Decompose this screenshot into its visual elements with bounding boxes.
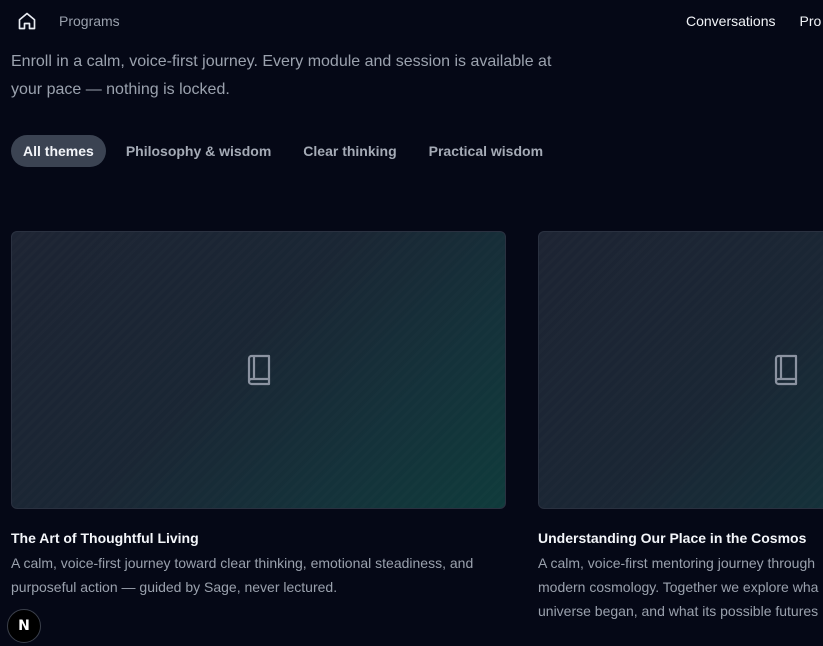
nav-links: Conversations Pro: [686, 12, 821, 30]
nav-profile-link[interactable]: Pro: [800, 12, 822, 30]
nav-conversations-link[interactable]: Conversations: [686, 12, 776, 30]
tab-practical-wisdom[interactable]: Practical wisdom: [417, 135, 555, 167]
program-card-thumbnail[interactable]: [11, 231, 506, 509]
program-description: A calm, voice-first mentoring journey th…: [538, 551, 823, 623]
book-icon: [247, 354, 270, 386]
home-button[interactable]: [16, 10, 38, 32]
top-navigation-bar: Programs Conversations Pro: [0, 0, 823, 42]
tab-all-themes[interactable]: All themes: [11, 135, 106, 167]
program-title[interactable]: The Art of Thoughtful Living: [11, 529, 506, 547]
home-icon: [18, 12, 36, 30]
page-intro-text: Enroll in a calm, voice-first journey. E…: [11, 53, 552, 98]
program-description-line: A calm, voice-first journey toward clear…: [11, 555, 474, 571]
book-icon: [774, 354, 797, 386]
program-title[interactable]: Understanding Our Place in the Cosmos: [538, 529, 823, 547]
program-description: A calm, voice-first journey toward clear…: [11, 551, 506, 599]
program-description-line: universe began, and what its possible fu…: [538, 603, 819, 619]
program-card-thumbnail[interactable]: [538, 231, 823, 509]
program-description-line: purposeful action — guided by Sage, neve…: [11, 579, 338, 595]
program-card[interactable]: Understanding Our Place in the Cosmos A …: [538, 231, 823, 623]
program-description-line: modern cosmology. Together we explore wh…: [538, 579, 819, 595]
theme-filter-tabs: All themes Philosophy & wisdom Clear thi…: [11, 135, 563, 167]
dev-tools-badge[interactable]: N: [7, 609, 41, 643]
badge-letter: N: [18, 618, 30, 634]
programs-page: Programs Conversations Pro Enroll in a c…: [0, 0, 823, 646]
tab-philosophy-wisdom[interactable]: Philosophy & wisdom: [114, 135, 283, 167]
program-card[interactable]: The Art of Thoughtful Living A calm, voi…: [11, 231, 506, 599]
breadcrumb-programs[interactable]: Programs: [59, 12, 120, 30]
tab-clear-thinking[interactable]: Clear thinking: [291, 135, 408, 167]
program-description-line: A calm, voice-first mentoring journey th…: [538, 555, 816, 571]
